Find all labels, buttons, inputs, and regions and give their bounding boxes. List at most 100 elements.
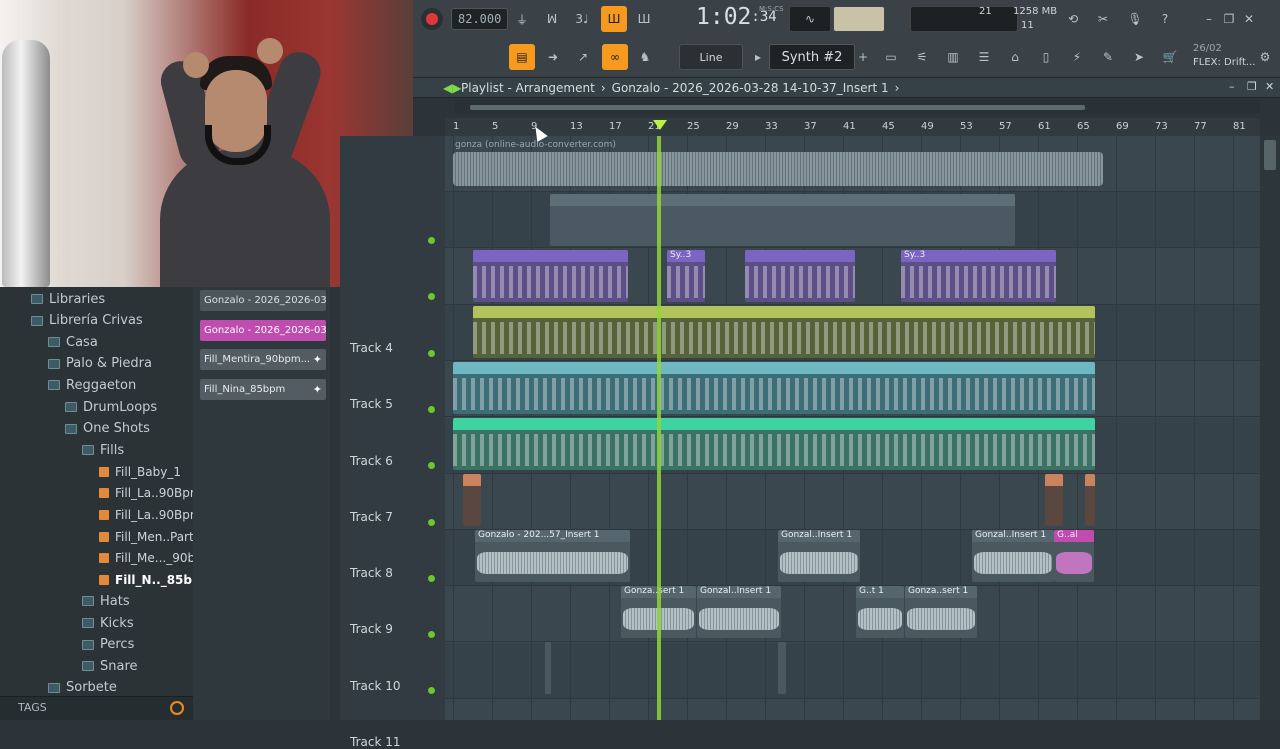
track-mute-led[interactable] xyxy=(428,518,435,526)
patterns-icon[interactable]: ▯ xyxy=(1034,44,1058,70)
track-mute-led[interactable] xyxy=(428,293,435,301)
add-pattern-icon[interactable]: + xyxy=(855,44,871,70)
browser-folder[interactable]: Palo & Piedra xyxy=(48,354,152,374)
scrollbar-thumb[interactable] xyxy=(470,105,1085,110)
pattern-selector[interactable]: Synth #2 xyxy=(769,44,855,70)
clip-track7-a[interactable] xyxy=(463,474,481,526)
master-volume[interactable] xyxy=(833,6,885,32)
tags-label[interactable]: TAGS xyxy=(18,701,47,714)
browser-folder[interactable]: Snare xyxy=(82,656,138,676)
track-lane[interactable] xyxy=(445,586,1260,643)
clip-track8-b[interactable]: Gonzal..Insert 1 xyxy=(778,530,860,582)
browser-folder[interactable]: DrumLoops xyxy=(65,397,157,417)
minimize-icon[interactable]: – xyxy=(1199,6,1219,32)
help-icon[interactable]: ? xyxy=(1153,6,1177,32)
clip-track5[interactable] xyxy=(453,362,1095,414)
clip-track8-d[interactable]: G..al xyxy=(1054,530,1094,582)
pattern-play-icon[interactable]: ▸ xyxy=(749,44,767,70)
playlist-minimize-icon[interactable]: – xyxy=(1229,80,1235,93)
mixer-view-icon[interactable]: ▭ xyxy=(879,44,903,70)
browser-folder[interactable]: Casa xyxy=(48,332,98,352)
vertical-scroll-thumb[interactable] xyxy=(1264,140,1276,170)
clip-track9-d[interactable]: Gonza..sert 1 xyxy=(905,586,977,638)
clip-track10-b[interactable] xyxy=(778,642,786,694)
clip-gonza-audio[interactable]: gonza (online-audio-converter.com) xyxy=(445,138,1105,190)
timeline-ruler[interactable]: 1 5 9 13 17 21 25 29 33 37 41 45 49 53 57 61 65 69 73 77 81 xyxy=(445,118,1260,136)
blend-notes-icon[interactable]: Ш xyxy=(631,6,657,32)
picker-clip[interactable]: Gonzalo - 2026_2026-03... xyxy=(200,290,326,311)
playlist-icon[interactable]: ▤ xyxy=(509,44,535,70)
picker-clip[interactable]: Gonzalo - 2026_2026-03... xyxy=(200,319,326,341)
arrow-icon[interactable]: ➜ xyxy=(540,44,566,70)
news-text[interactable]: FLEX: Drift... xyxy=(1193,57,1255,68)
picker-clip[interactable]: Fill_Nina_85bpm ✦ xyxy=(200,378,326,400)
track-label[interactable]: Track 10 xyxy=(350,679,400,693)
horizontal-scrollbar[interactable] xyxy=(455,100,1260,114)
browser-folder[interactable]: Libraries xyxy=(31,289,105,309)
track-lane[interactable] xyxy=(445,474,1260,530)
send-icon[interactable]: ➤ xyxy=(1127,44,1151,70)
oscilloscope[interactable]: ∿ xyxy=(789,6,831,32)
vertical-scrollbar[interactable] xyxy=(1260,136,1280,720)
track-mute-led[interactable] xyxy=(428,462,435,470)
browser-folder[interactable]: Kicks xyxy=(82,613,134,633)
browser-folder[interactable]: Hats xyxy=(82,591,130,611)
clip-track10-a[interactable] xyxy=(545,642,551,694)
clip-track3-d[interactable]: Sy..3 xyxy=(901,250,1056,302)
plugin-icon[interactable]: ⚡ xyxy=(1065,44,1089,70)
playlist-grid[interactable]: gonza (online-audio-converter.com) Sy..3… xyxy=(445,136,1260,720)
track-lane[interactable] xyxy=(445,642,1260,699)
browser-file[interactable]: Fill_Men..Part_1 xyxy=(99,527,207,547)
arrangement-name[interactable]: Gonzalo - 2026_2026-03-28 14-10-37_Inser… xyxy=(612,81,889,95)
tools-icon[interactable]: ✎ xyxy=(1096,44,1120,70)
track-lane[interactable] xyxy=(445,699,1260,720)
track-label[interactable]: Track 6 xyxy=(350,454,393,468)
metronome-icon[interactable]: ⏚ xyxy=(509,6,535,32)
browser-folder[interactable]: Librería Crivas xyxy=(31,311,143,331)
track-label[interactable]: Track 4 xyxy=(350,341,393,355)
cart-icon[interactable]: 🛒 xyxy=(1158,44,1182,70)
clip-track8-c[interactable]: Gonzal..Insert 1 xyxy=(972,530,1054,582)
playhead-line[interactable] xyxy=(657,136,661,720)
step-edit-icon[interactable]: Ш xyxy=(601,6,627,32)
picker-clip[interactable]: Fill_Mentira_90bpm... ✦ xyxy=(200,349,326,370)
track-label[interactable]: Track 9 xyxy=(350,622,393,636)
track-mute-led[interactable] xyxy=(428,574,435,582)
track-mute-led[interactable] xyxy=(428,405,435,413)
track-mute-led[interactable] xyxy=(428,349,435,357)
playlist-play-icon[interactable]: ◀▶ xyxy=(443,81,461,95)
draw-icon[interactable]: ↗ xyxy=(570,44,596,70)
link-icon[interactable]: ∞ xyxy=(602,44,628,70)
clip-track3-b[interactable]: Sy..3 xyxy=(667,250,705,302)
countdown-icon[interactable]: 3♩ xyxy=(569,6,595,32)
arrangement-chevron-icon[interactable]: › xyxy=(895,81,900,95)
track-mute-led[interactable] xyxy=(428,631,435,639)
browser-folder[interactable]: Fills xyxy=(82,440,124,460)
stamp-icon[interactable]: ♞ xyxy=(632,44,658,70)
microphone-icon[interactable]: 🎙 xyxy=(1123,6,1147,32)
close-icon[interactable]: ✕ xyxy=(1239,6,1259,32)
browser-icon[interactable]: ⌂ xyxy=(1003,44,1027,70)
browser-folder[interactable]: Reggaeton xyxy=(48,375,136,395)
undo-icon[interactable]: ⟲ xyxy=(1061,6,1085,32)
clip-track7-c[interactable] xyxy=(1085,474,1095,526)
piano-roll-icon[interactable]: ▥ xyxy=(941,44,965,70)
search-icon[interactable] xyxy=(170,701,184,715)
playlist-restore-icon[interactable]: ❐ xyxy=(1247,80,1257,93)
mixer-icon[interactable]: ☰ xyxy=(972,44,996,70)
cpu-meter[interactable] xyxy=(910,6,1018,32)
wait-input-icon[interactable]: ꟽ xyxy=(539,6,565,32)
browser-folder[interactable]: One Shots xyxy=(65,419,150,439)
browser-folder[interactable]: Percs xyxy=(82,635,134,655)
playlist-close-icon[interactable]: ✕ xyxy=(1265,80,1274,93)
clip-track3-c[interactable] xyxy=(745,250,855,302)
track-label[interactable]: Track 5 xyxy=(350,397,393,411)
clip-track9-b[interactable]: Gonzal..Insert 1 xyxy=(697,586,781,638)
channel-rack-icon[interactable]: ⚟ xyxy=(910,44,934,70)
track-mute-led[interactable] xyxy=(428,687,435,695)
clip-track9-c[interactable]: G..t 1 xyxy=(856,586,904,638)
clip-track2-pattern[interactable] xyxy=(550,194,1015,246)
track-label[interactable]: Track 8 xyxy=(350,566,393,580)
record-button[interactable] xyxy=(421,8,443,30)
track-label[interactable]: Track 11 xyxy=(350,735,400,749)
